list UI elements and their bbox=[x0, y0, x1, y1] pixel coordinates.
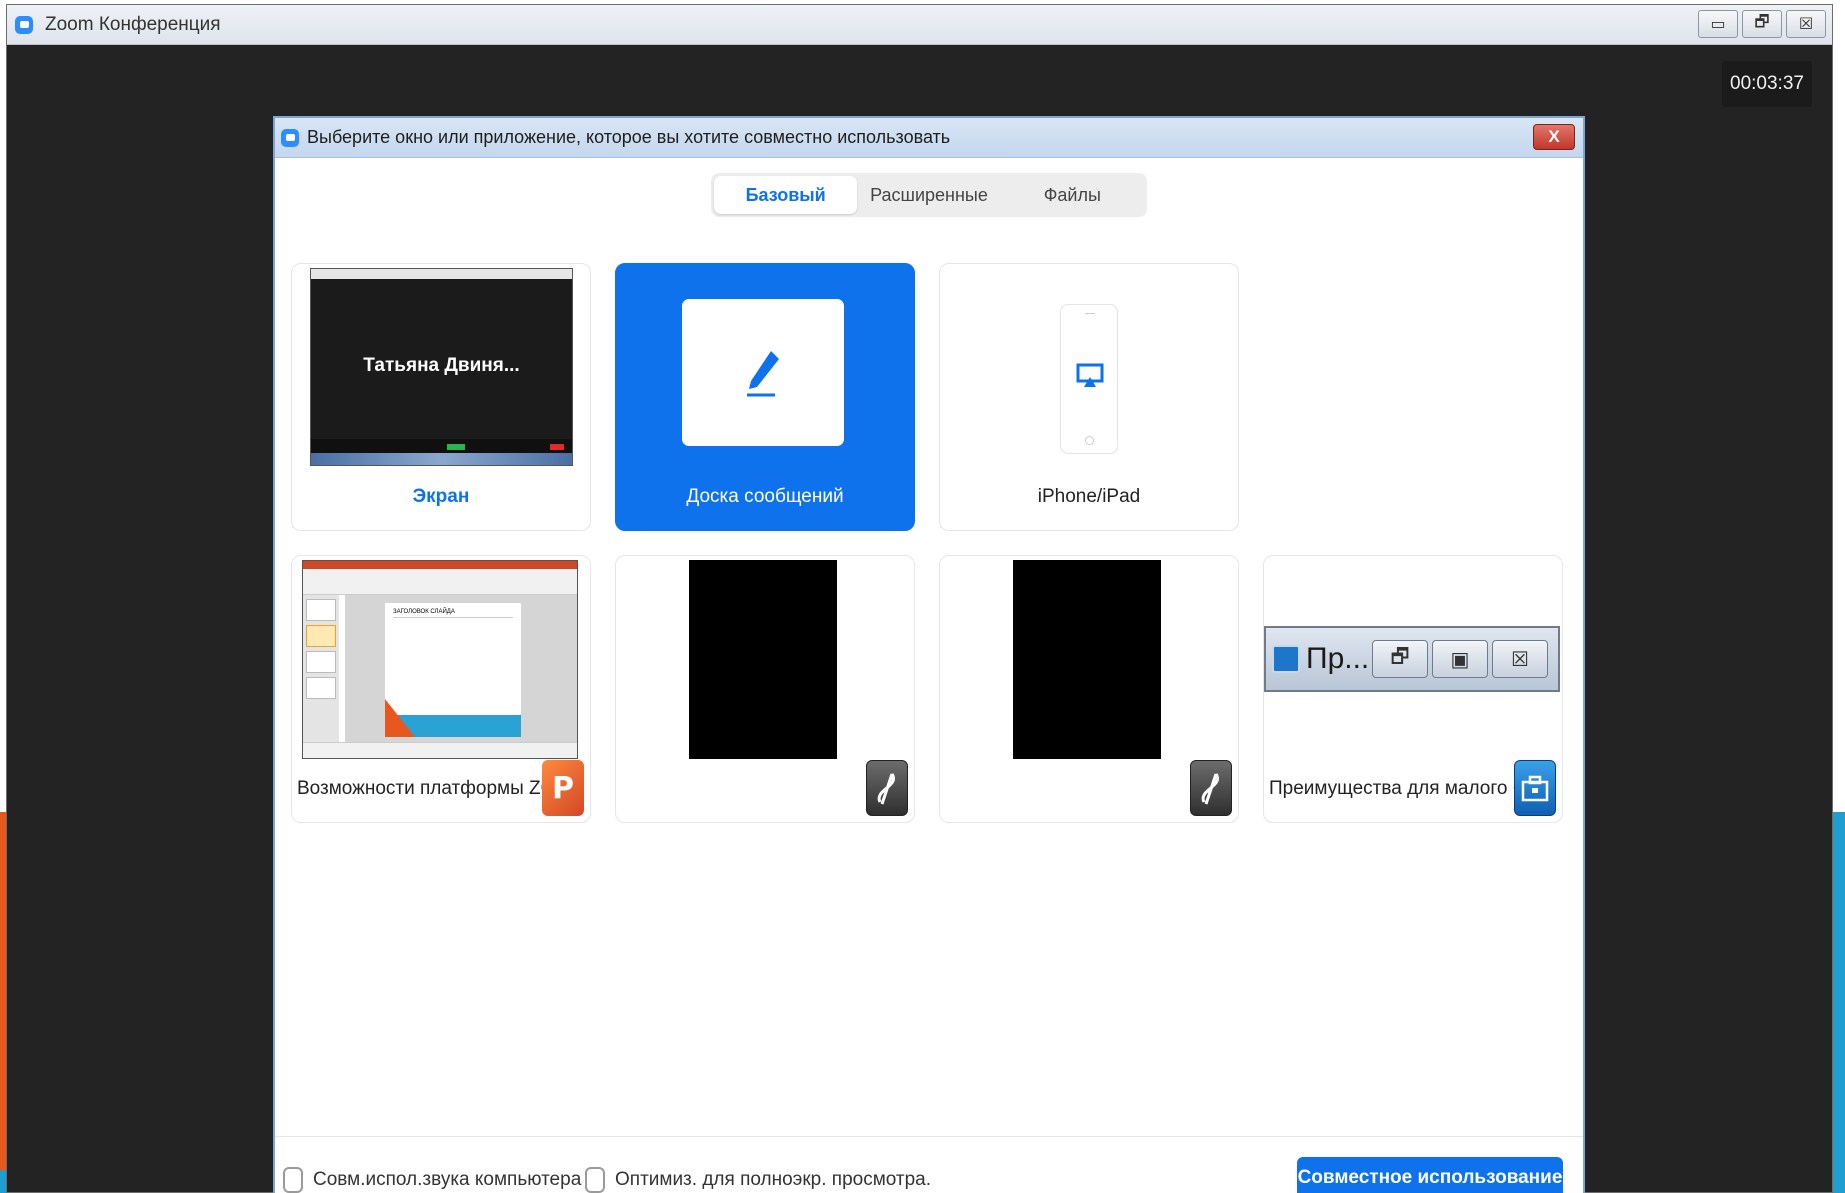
signature-app-icon bbox=[1190, 760, 1232, 816]
briefcase-icon bbox=[1272, 645, 1300, 673]
dialog-titlebar: Выберите окно или приложение, которое вы… bbox=[275, 118, 1583, 158]
tab-advanced[interactable]: Расширенные bbox=[857, 176, 1000, 214]
checkbox-box[interactable] bbox=[283, 1167, 303, 1193]
zoom-app-icon bbox=[15, 15, 33, 34]
close-window-button[interactable]: ☒ bbox=[1786, 10, 1826, 38]
tile-powerpoint-label: Возможности платформы ZOO... bbox=[297, 778, 542, 799]
window-thumb-title: Пр... bbox=[1306, 642, 1370, 675]
slide-title: ЗАГОЛОВОК СЛАЙДА bbox=[393, 609, 513, 618]
tile-screen[interactable]: Татьяна Двиня... Экран bbox=[291, 263, 591, 531]
checkbox-box[interactable] bbox=[585, 1167, 605, 1193]
meeting-timer: 00:03:37 bbox=[1722, 61, 1812, 107]
window-titlebar-thumbnail: Пр... 🗗 ▣ ☒ bbox=[1264, 626, 1560, 692]
tile-black-window-2[interactable] bbox=[939, 555, 1239, 823]
share-button[interactable]: Совместное использование bbox=[1297, 1157, 1563, 1193]
tile-screen-label: Экран bbox=[412, 486, 470, 507]
optimize-video-checkbox[interactable]: Оптимиз. для полноэкр. просмотра. bbox=[585, 1167, 931, 1193]
powerpoint-icon: P bbox=[542, 760, 584, 816]
window-controls: ▭ 🗗 ☒ bbox=[1698, 10, 1826, 38]
powerpoint-thumbnail: ЗАГОЛОВОК СЛАЙДА bbox=[302, 560, 578, 759]
dialog-footer: Совм.испол.звука компьютера Оптимиз. для… bbox=[275, 1136, 1583, 1193]
window-titlebar: Zoom Конференция ▭ 🗗 ☒ bbox=[7, 5, 1832, 45]
share-tabs: Базовый Расширенные Файлы bbox=[711, 173, 1147, 217]
screen-thumbnail: Татьяна Двиня... bbox=[310, 268, 573, 466]
share-audio-label: Совм.испол.звука компьютера bbox=[313, 1169, 582, 1190]
dialog-close-button[interactable]: X bbox=[1533, 124, 1575, 150]
share-audio-checkbox[interactable]: Совм.испол.звука компьютера bbox=[283, 1167, 581, 1193]
optimize-video-label: Оптимиз. для полноэкр. просмотра. bbox=[615, 1169, 932, 1190]
tile-black-window-1[interactable] bbox=[615, 555, 915, 823]
briefcase-app-icon bbox=[1514, 760, 1556, 816]
window-thumbnail-black bbox=[1013, 560, 1161, 759]
signature-app-icon bbox=[866, 760, 908, 816]
tile-iphone-label: iPhone/iPad bbox=[1037, 486, 1141, 507]
slide-accent-blue bbox=[1831, 812, 1845, 1193]
window-thumbnail-black bbox=[689, 560, 837, 759]
zoom-app-icon bbox=[281, 128, 299, 147]
tile-whiteboard[interactable]: Доска сообщений bbox=[615, 263, 915, 531]
whiteboard-card bbox=[682, 299, 844, 446]
tile-whiteboard-label: Доска сообщений bbox=[686, 486, 844, 507]
minimize-button[interactable]: ▭ bbox=[1698, 10, 1738, 38]
desktop: Zoom Конференция ▭ 🗗 ☒ 00:03:37 Выберите… bbox=[0, 0, 1845, 1193]
tile-powerpoint-window[interactable]: ЗАГОЛОВОК СЛАЙДА Возможности платформы Z… bbox=[291, 555, 591, 823]
dialog-title: Выберите окно или приложение, которое вы… bbox=[307, 127, 951, 147]
tab-basic[interactable]: Базовый bbox=[714, 176, 858, 214]
tile-small-business-label: Преимущества для малого биз... bbox=[1269, 778, 1514, 799]
restore-button[interactable]: 🗗 bbox=[1742, 10, 1782, 38]
tile-small-business-window[interactable]: Пр... 🗗 ▣ ☒ Преимущества для малого биз.… bbox=[1263, 555, 1563, 823]
thumbnail-participant-name: Татьяна Двиня... bbox=[363, 355, 520, 376]
airplay-icon bbox=[1076, 363, 1104, 387]
phone-illustration bbox=[1060, 304, 1118, 454]
tab-files[interactable]: Файлы bbox=[1001, 176, 1144, 214]
window-title: Zoom Конференция bbox=[45, 13, 221, 35]
pen-icon bbox=[747, 350, 779, 396]
zoom-meeting-window: Zoom Конференция ▭ 🗗 ☒ 00:03:37 Выберите… bbox=[6, 4, 1833, 1193]
tile-iphone-ipad[interactable]: iPhone/iPad bbox=[939, 263, 1239, 531]
share-screen-dialog: Выберите окно или приложение, которое вы… bbox=[273, 116, 1585, 1193]
